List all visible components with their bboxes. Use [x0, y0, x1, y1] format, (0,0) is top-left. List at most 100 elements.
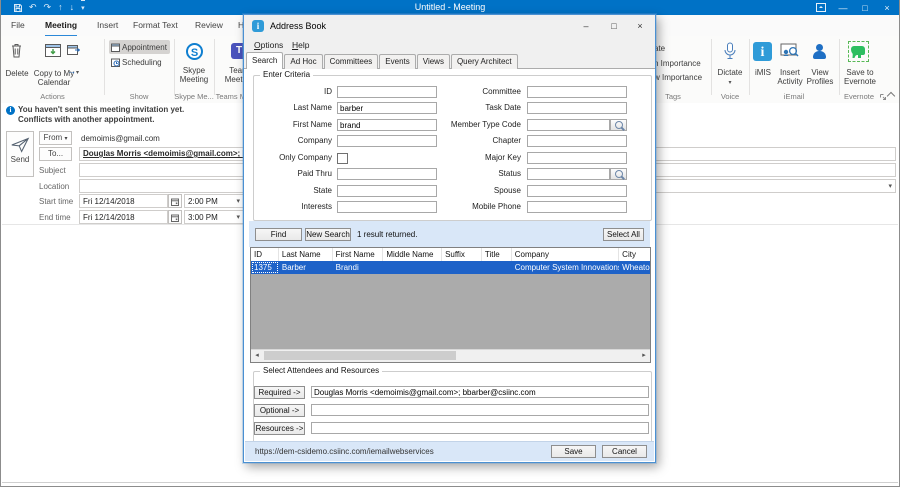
tags-group-label: Tags	[649, 92, 697, 101]
col-last-name[interactable]: Last Name	[279, 248, 333, 261]
tab-search[interactable]: Search	[246, 52, 283, 69]
chapter-input[interactable]	[527, 135, 627, 147]
cancel-button[interactable]: Cancel	[602, 445, 647, 458]
dictate-button[interactable]	[723, 42, 737, 60]
paid-thru-input[interactable]	[337, 168, 437, 180]
end-time-field[interactable]: 3:00 PM ▾	[184, 210, 244, 224]
appointment-button[interactable]: Appointment	[109, 40, 170, 54]
committee-label: Committee	[441, 86, 521, 98]
state-input[interactable]	[337, 185, 437, 197]
menu-help[interactable]: Help	[288, 38, 313, 52]
end-date-field[interactable]: Fri 12/14/2018	[79, 210, 168, 224]
mobile-phone-input[interactable]	[527, 201, 627, 213]
search-icon	[615, 121, 623, 129]
tab-committees[interactable]: Committees	[324, 54, 379, 69]
member-type-code-input[interactable]	[527, 119, 610, 131]
committee-input[interactable]	[527, 86, 627, 98]
start-date-field[interactable]: Fri 12/14/2018	[79, 194, 168, 208]
start-time-dropdown-icon[interactable]: ▾	[236, 195, 240, 209]
actions-group-label: Actions	[1, 92, 104, 101]
col-suffix[interactable]: Suffix	[442, 248, 482, 261]
imis-button[interactable]	[753, 42, 772, 61]
delete-button[interactable]	[9, 42, 24, 58]
resources-field[interactable]	[311, 422, 649, 434]
scroll-right-icon[interactable]: ▸	[638, 350, 650, 361]
status-lookup-button[interactable]	[610, 168, 627, 180]
dialog-minimize-icon[interactable]: –	[573, 15, 599, 37]
send-button[interactable]: Send	[6, 131, 34, 177]
scheduling-button[interactable]: Scheduling	[109, 55, 170, 69]
required-button[interactable]: Required ->	[254, 386, 305, 399]
skype-meeting-button[interactable]	[186, 43, 203, 60]
interests-input[interactable]	[337, 201, 437, 213]
col-title[interactable]: Title	[482, 248, 512, 261]
low-importance-button-fragment[interactable]: w Importance	[654, 73, 702, 82]
end-date-picker-icon[interactable]	[168, 210, 182, 224]
result-row-selected[interactable]: 1375 Barber Brandi Computer System Innov…	[251, 261, 650, 274]
subject-label: Subject	[39, 166, 66, 175]
tab-views[interactable]: Views	[417, 54, 450, 69]
tab-file[interactable]: File	[11, 15, 25, 35]
tab-insert[interactable]: Insert	[97, 15, 118, 35]
member-type-code-lookup-button[interactable]	[610, 119, 627, 131]
respond-dropdown[interactable]: →▾	[67, 66, 79, 76]
start-time-field[interactable]: 2:00 PM ▾	[184, 194, 244, 208]
evernote-group-label: Evernote	[837, 92, 881, 101]
insert-activity-label: Insert Activity	[773, 68, 807, 86]
collapse-ribbon-icon[interactable]	[887, 91, 895, 99]
start-date-picker-icon[interactable]	[168, 194, 182, 208]
col-first-name[interactable]: First Name	[333, 248, 384, 261]
from-button[interactable]: From ▾	[39, 131, 72, 145]
company-input[interactable]	[337, 135, 437, 147]
location-dropdown-icon[interactable]: ▾	[888, 180, 892, 194]
tab-ad-hoc[interactable]: Ad Hoc	[284, 54, 322, 69]
show-group-label: Show	[104, 92, 174, 101]
minimize-icon[interactable]: —	[835, 3, 851, 13]
optional-button[interactable]: Optional ->	[254, 404, 305, 417]
status-input[interactable]	[527, 168, 610, 180]
save-to-evernote-button[interactable]	[848, 41, 869, 62]
col-middle-name[interactable]: Middle Name	[383, 248, 442, 261]
close-icon[interactable]: ×	[879, 3, 895, 13]
new-search-button[interactable]: New Search	[305, 228, 351, 241]
col-company[interactable]: Company	[512, 248, 619, 261]
ribbon-display-options-icon[interactable]	[813, 3, 829, 12]
grid-horizontal-scrollbar[interactable]: ◂ ▸	[251, 349, 650, 362]
evernote-dialog-launcher-icon[interactable]	[880, 94, 886, 100]
col-id[interactable]: ID	[251, 248, 279, 261]
dictate-chevron-icon[interactable]: ▾	[710, 79, 750, 88]
menu-options[interactable]: Options	[250, 38, 287, 52]
scrollbar-thumb[interactable]	[264, 351, 456, 360]
forward-meeting-icon[interactable]	[67, 44, 80, 55]
first-name-input[interactable]	[337, 119, 437, 131]
maximize-icon[interactable]: □	[857, 3, 873, 13]
scroll-left-icon[interactable]: ◂	[251, 350, 263, 361]
tab-events[interactable]: Events	[379, 54, 415, 69]
insert-activity-icon	[780, 43, 799, 60]
dialog-maximize-icon[interactable]: □	[601, 15, 627, 37]
task-date-input[interactable]	[527, 102, 627, 114]
to-button[interactable]: To...	[39, 147, 72, 161]
spouse-input[interactable]	[527, 185, 627, 197]
col-city[interactable]: City	[619, 248, 650, 261]
end-time-dropdown-icon[interactable]: ▾	[236, 211, 240, 225]
major-key-input[interactable]	[527, 152, 627, 164]
high-importance-button-fragment[interactable]: h Importance	[654, 59, 701, 68]
select-all-button[interactable]: Select All	[603, 228, 644, 241]
insert-activity-button[interactable]	[780, 43, 799, 60]
only-company-checkbox[interactable]	[337, 153, 348, 164]
find-button[interactable]: Find	[255, 228, 302, 241]
tab-review[interactable]: Review	[195, 15, 223, 35]
tab-format-text[interactable]: Format Text	[133, 15, 178, 35]
resources-button[interactable]: Resources ->	[254, 422, 305, 435]
save-button[interactable]: Save	[551, 445, 596, 458]
required-field[interactable]: Douglas Morris <demoimis@gmail.com>; bba…	[311, 386, 649, 398]
view-profiles-button[interactable]	[811, 43, 827, 59]
last-name-input[interactable]	[337, 102, 437, 114]
tab-meeting[interactable]: Meeting	[45, 15, 77, 37]
tab-query-architect[interactable]: Query Architect	[451, 54, 518, 69]
id-input[interactable]	[337, 86, 437, 98]
optional-field[interactable]	[311, 404, 649, 416]
dialog-close-icon[interactable]: ×	[627, 15, 653, 37]
copy-to-calendar-button[interactable]	[44, 42, 62, 58]
